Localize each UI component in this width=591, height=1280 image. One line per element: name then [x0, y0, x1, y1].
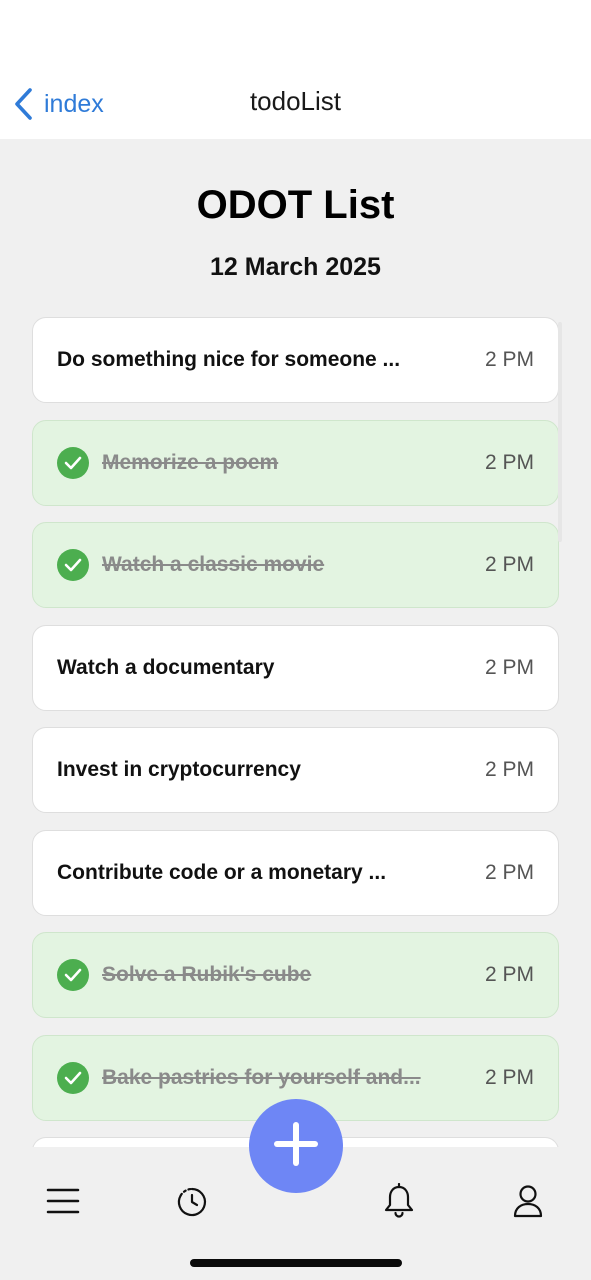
task-item[interactable]: Do something nice for someone ... 2 PM: [32, 317, 559, 403]
task-title: Do something nice for someone ...: [57, 348, 401, 371]
task-item[interactable]: Contribute code or a monetary ... 2 PM: [32, 829, 559, 916]
profile-icon[interactable]: [512, 1184, 544, 1223]
checkmark-icon[interactable]: [57, 446, 89, 479]
task-title: Contribute code or a monetary ...: [57, 860, 387, 884]
task-time: 2 PM: [484, 655, 534, 679]
task-title: Invest in cryptocurrency: [57, 758, 301, 781]
page-date: 12 March 2025: [210, 253, 381, 281]
scroll-indicator: [558, 322, 562, 542]
task-title: Solve a Rubik's cube: [102, 963, 312, 986]
history-icon[interactable]: [176, 1186, 208, 1223]
task-time: 2 PM: [484, 450, 534, 474]
bell-icon[interactable]: [383, 1182, 415, 1224]
page-title: ODOT List: [196, 183, 395, 227]
main-content: ODOT List 12 March 2025 Do something nic…: [0, 139, 591, 1147]
task-time: 2 PM: [484, 860, 534, 884]
task-time: 2 PM: [484, 1065, 534, 1089]
task-list: Do something nice for someone ... 2 PM Mem…: [32, 317, 559, 1147]
menu-icon[interactable]: [46, 1187, 80, 1220]
navigation-bar: index todoList: [0, 0, 591, 139]
task-title: Bake pastries for yourself and...: [102, 1065, 421, 1089]
task-time: 2 PM: [484, 963, 534, 986]
checkmark-icon[interactable]: [57, 959, 89, 991]
task-time: 2 PM: [484, 553, 534, 576]
home-indicator: [190, 1259, 402, 1267]
task-item[interactable]: Watch a documentary 2 PM: [32, 624, 559, 711]
task-item[interactable]: Memorize a poem 2 PM: [32, 419, 559, 506]
task-title: Watch a classic movie: [102, 553, 325, 576]
task-time: 2 PM: [484, 348, 534, 371]
task-title: Watch a documentary: [57, 655, 275, 679]
task-time: 2 PM: [484, 758, 534, 781]
add-task-button[interactable]: [249, 1099, 343, 1193]
task-title: Memorize a poem: [102, 450, 279, 474]
nav-title: todoList: [249, 86, 342, 116]
checkmark-icon[interactable]: [57, 549, 89, 581]
plus-icon: [273, 1121, 319, 1172]
task-item[interactable]: Watch a classic movie 2 PM: [32, 522, 559, 608]
task-item[interactable]: Invest in cryptocurrency 2 PM: [32, 727, 559, 813]
checkmark-icon[interactable]: [57, 1061, 89, 1094]
task-item[interactable]: Solve a Rubik's cube 2 PM: [32, 932, 559, 1018]
